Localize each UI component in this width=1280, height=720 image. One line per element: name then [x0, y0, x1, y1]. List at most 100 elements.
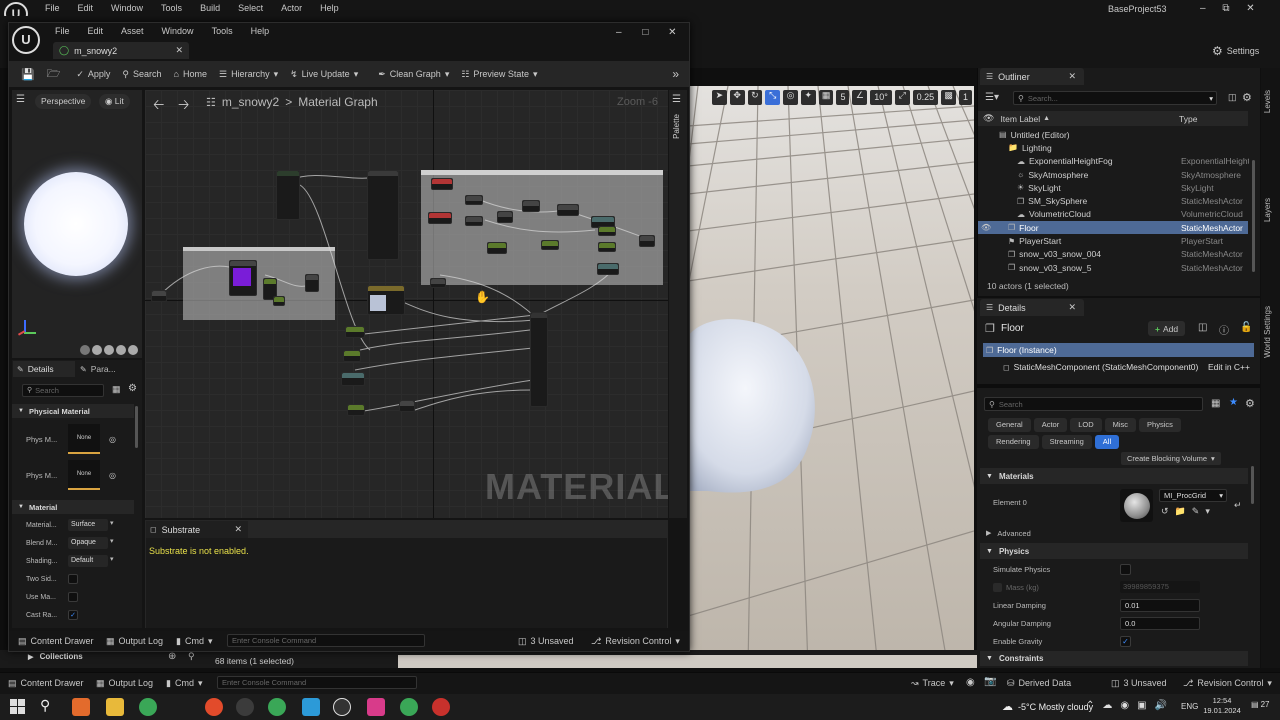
menu-item-select[interactable]: Select [229, 1, 272, 15]
graph-node[interactable] [487, 242, 507, 254]
add-collection-icon[interactable]: ⊕ [168, 651, 176, 662]
graph-node[interactable] [465, 216, 483, 226]
menu-item-file[interactable]: File [46, 23, 79, 39]
graph-forward-icon[interactable]: 🡢 [178, 94, 189, 118]
plane-icon[interactable] [104, 345, 114, 355]
filter-chip-rendering[interactable]: Rendering [988, 435, 1039, 449]
unreal-taskbar-icon[interactable] [333, 698, 351, 716]
minimize-icon[interactable]: – [1200, 3, 1206, 14]
tab-layers[interactable]: Layers [1263, 198, 1272, 222]
camera-icon[interactable]: 📷 [984, 676, 996, 687]
material-details-scrollbar[interactable] [135, 406, 138, 448]
gear-icon[interactable]: ⚙ [128, 383, 137, 394]
gear-icon[interactable]: ⚙ [1242, 91, 1252, 104]
menu-item-help[interactable]: Help [242, 23, 279, 39]
taskbar-app-icon[interactable] [205, 698, 223, 716]
material-checkbox[interactable]: ✓ [68, 610, 78, 620]
volume-icon[interactable]: 🔊 [1155, 700, 1167, 711]
tab-levels[interactable]: Levels [1263, 90, 1272, 113]
preview-viewport[interactable] [12, 90, 142, 358]
menu-item-tools[interactable]: Tools [152, 1, 191, 15]
outliner-row[interactable]: ☀ SkyLight SkyLight [978, 181, 1248, 194]
graph-node[interactable] [598, 242, 616, 252]
unreal-logo-icon[interactable]: U [12, 26, 40, 54]
material-property-dropdown[interactable]: Surface [68, 519, 108, 531]
graph-node[interactable] [597, 263, 619, 275]
mass-field[interactable]: 39989859375 [1120, 581, 1200, 593]
network-icon[interactable]: ▣ [1137, 700, 1146, 711]
filter-chip-physics[interactable]: Physics [1139, 418, 1181, 432]
grid-snap-icon[interactable]: ▦ [818, 89, 834, 105]
reset-arrow-icon[interactable]: ↵ [1234, 500, 1242, 511]
menu-item-actor[interactable]: Actor [272, 1, 311, 15]
cylinder-icon[interactable] [80, 345, 90, 355]
blueprint-icon[interactable]: ◫ [1198, 322, 1207, 333]
browse-button[interactable]: 🗁 [41, 63, 67, 85]
close-icon[interactable]: ✕ [234, 524, 242, 535]
record-icon[interactable]: ◉ [966, 677, 975, 688]
advanced-row[interactable]: ▶ Advanced [980, 526, 1248, 540]
component-row[interactable]: ◻ StaticMeshComponent (StaticMeshCompone… [983, 360, 1254, 374]
chrome-icon[interactable] [139, 698, 157, 716]
material-property-dropdown[interactable]: Default [68, 555, 108, 567]
outliner-tab[interactable]: ☰ Outliner ✕ [980, 68, 1084, 85]
details-tab[interactable]: ✎ Details [13, 361, 75, 377]
revision-control-button[interactable]: ⎇ Revision Control ▾ [1177, 672, 1278, 694]
graph-node[interactable] [273, 296, 285, 306]
outliner-filter-icon[interactable]: ☰▾ [985, 92, 999, 103]
outliner-row[interactable]: 👁 ❐ Floor StaticMeshActor [978, 221, 1248, 235]
chevron-down-icon[interactable]: ▾ [1205, 506, 1210, 517]
details-scrollbar[interactable] [1251, 466, 1254, 504]
tray-overflow-icon[interactable]: ⌃ [1086, 700, 1094, 711]
graph-node[interactable] [430, 278, 446, 288]
minimize-icon[interactable]: – [616, 27, 622, 38]
unsaved-button[interactable]: ◫ 3 Unsaved [512, 630, 580, 652]
graph-node[interactable] [341, 372, 365, 386]
output-log-button[interactable]: ▦ Output Log [90, 672, 159, 694]
outliner-col-label[interactable]: Item Label [1000, 114, 1040, 124]
revision-control-button[interactable]: ⎇ Revision Control ▾ [585, 630, 686, 652]
filter-chip-all[interactable]: All [1094, 435, 1120, 449]
graph-node[interactable] [465, 195, 483, 205]
menu-item-tools[interactable]: Tools [203, 23, 242, 39]
simulate-physics-checkbox[interactable] [1120, 563, 1131, 575]
graph-node[interactable] [530, 312, 548, 407]
lit-button[interactable]: ◉ Lit [99, 94, 130, 109]
clean-graph-dropdown[interactable]: ✒ Clean Graph ▾ [372, 63, 455, 85]
console-command-input[interactable]: Enter Console Command [217, 676, 417, 689]
filter-chip-streaming[interactable]: Streaming [1041, 435, 1092, 449]
rotation-snap-icon[interactable]: ∠ [852, 89, 868, 105]
lock-icon[interactable]: 🔓 [1240, 322, 1252, 333]
browse-folder-icon[interactable]: 📁 [1175, 506, 1186, 517]
scale-icon[interactable]: ⤡ [765, 89, 781, 105]
material-property-dropdown[interactable]: Opaque [68, 537, 108, 549]
language-indicator[interactable]: ENG [1181, 702, 1198, 711]
world-local-icon[interactable]: ◎ [783, 89, 798, 105]
camera-speed-icon[interactable]: ▩ [941, 89, 956, 105]
filter-chip-actor[interactable]: Actor [1033, 418, 1068, 432]
tab-world-settings[interactable]: World Settings [1263, 306, 1272, 358]
graph-node[interactable] [347, 404, 365, 416]
close-icon[interactable]: ✕ [1246, 3, 1254, 14]
graph-node[interactable] [431, 178, 453, 190]
close-icon[interactable]: ✕ [175, 45, 183, 56]
graph-node[interactable] [367, 285, 405, 315]
taskbar-app-icon[interactable] [367, 698, 385, 716]
apply-button[interactable]: ✓ Apply [70, 63, 116, 85]
outliner-search-input[interactable]: ⚲ Search... ▾ [1013, 91, 1217, 105]
graph-node[interactable] [598, 226, 616, 236]
close-icon[interactable]: ✕ [668, 27, 676, 38]
search-button[interactable]: ⚲ Search [116, 63, 167, 85]
breadcrumb-asset[interactable]: m_snowy2 [222, 95, 279, 109]
outliner-row[interactable]: ☼ SkyAtmosphere SkyAtmosphere [978, 168, 1248, 181]
app-tray-icon[interactable]: ◉ [1120, 700, 1129, 711]
graph-node[interactable] [151, 290, 167, 302]
help-icon[interactable]: ⓘ [1219, 322, 1229, 337]
edit-cpp-link[interactable]: Edit in C++ [1208, 362, 1250, 372]
search-icon[interactable]: ⚲ [40, 697, 50, 714]
outliner-scrollbar[interactable] [1252, 160, 1255, 272]
materials-section-header[interactable]: ▼ Materials [980, 468, 1248, 484]
filter-chip-misc[interactable]: Misc [1104, 418, 1137, 432]
graph-back-icon[interactable]: 🡠 [153, 94, 164, 118]
unsaved-button[interactable]: ◫ 3 Unsaved [1105, 672, 1173, 694]
